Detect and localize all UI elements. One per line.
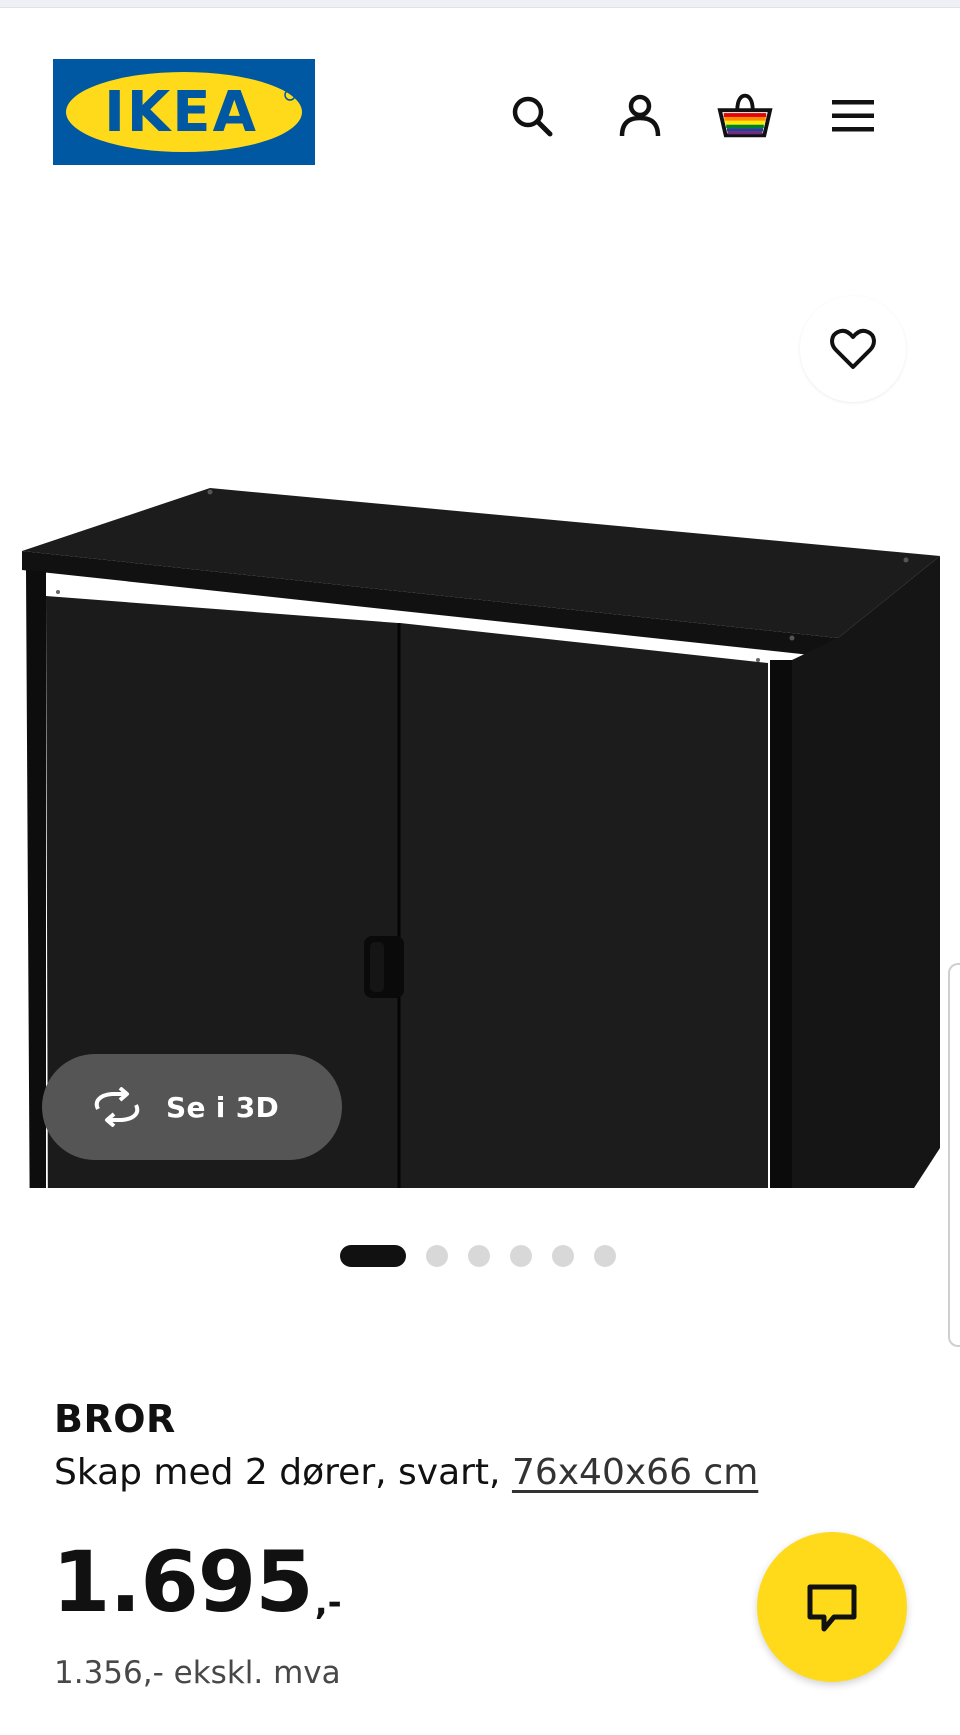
side-scroll-handle[interactable] [948, 963, 960, 1347]
carousel-dot[interactable] [426, 1245, 448, 1267]
rotate-3d-icon [94, 1087, 140, 1127]
view-in-3d-button[interactable]: Se i 3D [42, 1054, 342, 1160]
price-suffix: ,- [314, 1583, 342, 1623]
site-header: IKEA [0, 8, 960, 208]
favourite-button[interactable] [800, 296, 906, 402]
shopping-bag-icon[interactable] [717, 88, 773, 144]
price-amount: 1.695 [52, 1533, 314, 1631]
price-excluding-vat: 1.356,- ekskl. mva [54, 1655, 341, 1691]
chat-bubble-icon [807, 1584, 857, 1632]
carousel-dot[interactable] [468, 1245, 490, 1267]
user-icon[interactable] [612, 88, 668, 144]
product-dimensions-link[interactable]: 76x40x66 cm [512, 1452, 758, 1493]
heart-icon [830, 328, 876, 369]
chat-button[interactable] [757, 1532, 907, 1682]
carousel-dot[interactable] [510, 1245, 532, 1267]
carousel-dot-active[interactable] [340, 1245, 406, 1267]
logo-text: IKEA [104, 80, 258, 145]
product-image[interactable] [0, 268, 960, 1188]
carousel-dot[interactable] [552, 1245, 574, 1267]
carousel-dots [340, 1244, 616, 1268]
menu-icon[interactable] [825, 88, 881, 144]
search-icon[interactable] [504, 88, 560, 144]
carousel-dot[interactable] [594, 1245, 616, 1267]
product-name: BROR [54, 1397, 176, 1441]
product-price: 1.695 ,- [52, 1540, 342, 1624]
product-description: Skap med 2 dører, svart, 76x40x66 cm [54, 1452, 758, 1493]
ikea-logo[interactable]: IKEA [53, 59, 315, 165]
browser-top-edge [0, 0, 960, 8]
view-in-3d-label: Se i 3D [166, 1090, 280, 1124]
product-description-text: Skap med 2 dører, svart, [54, 1452, 512, 1493]
ikea-logo-mark: IKEA [53, 59, 315, 165]
